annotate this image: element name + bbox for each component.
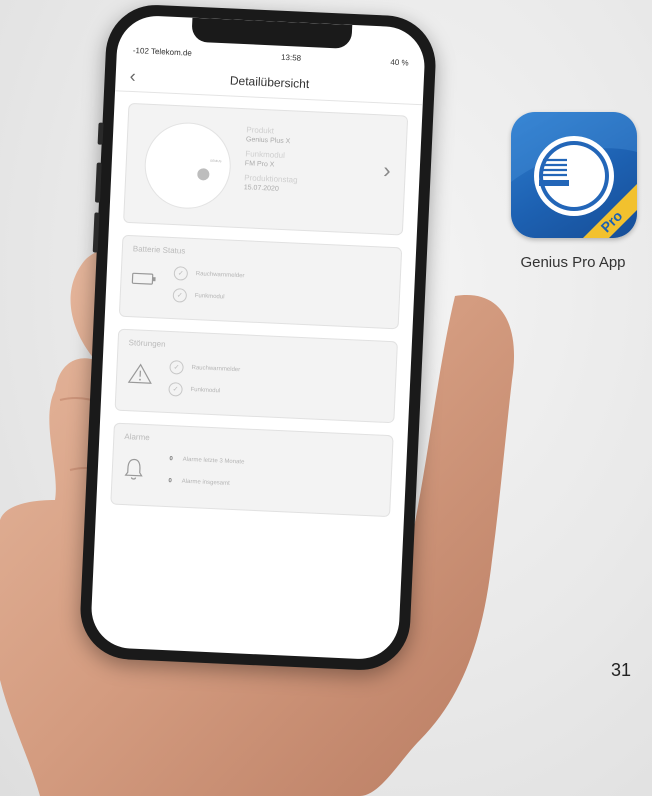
battery-percent: 40 % — [390, 57, 409, 68]
battery-row-smoke-detector: ✓ Rauchwarnmelder — [173, 266, 245, 283]
battery-status-card: Batterie Status ✓ Rauchwarnmelder ✓ Funk… — [118, 234, 403, 330]
device-brand-label: GENIUS — [209, 158, 222, 164]
faults-card: Störungen ✓ Rauchwarnmelder ✓ Funkmodul — [114, 328, 398, 424]
row-label: Rauchwarnmelder — [195, 271, 245, 280]
notch — [191, 17, 353, 49]
chevron-right-icon[interactable]: › — [383, 158, 391, 184]
alarms-title: Alarme — [124, 432, 150, 443]
faults-title: Störungen — [128, 338, 166, 349]
battery-row-radio-module: ✓ Funkmodul — [172, 288, 225, 304]
alarms-card: Alarme 0 Alarme letzte 3 Monate 0 Alarme… — [110, 422, 394, 518]
bell-icon — [124, 458, 143, 480]
back-chevron-icon[interactable]: ‹ — [129, 66, 136, 87]
page-title: Detailübersicht — [229, 73, 310, 92]
genius-pro-app-icon[interactable]: Pro — [511, 112, 637, 238]
battery-icon — [131, 272, 156, 285]
volume-down-button — [92, 212, 100, 253]
clock: 13:58 — [280, 52, 302, 63]
warning-triangle-icon — [127, 363, 152, 384]
check-circle-icon: ✓ — [173, 266, 189, 281]
fault-row-smoke-detector: ✓ Rauchwarnmelder — [169, 360, 240, 377]
phone-screen: -102 Telekom.de 13:58 40 % ‹ Detailübers… — [89, 14, 427, 661]
alarm-row-last-3-months: 0 Alarme letzte 3 Monate — [165, 456, 245, 466]
app-caption: Genius Pro App — [520, 254, 626, 271]
row-label: Funkmodul — [190, 386, 221, 395]
smoke-detector-image: GENIUS — [142, 120, 233, 211]
carrier-label: -102 Telekom.de — [132, 45, 193, 58]
alarm-row-total: 0 Alarme insgesamt — [164, 478, 230, 487]
mute-switch — [97, 122, 104, 145]
battery-status-title: Batterie Status — [132, 244, 186, 256]
check-circle-icon: ✓ — [168, 382, 183, 397]
row-label: Alarme insgesamt — [181, 478, 230, 487]
product-card[interactable]: GENIUS Produkt Genius Plus X Funkmodul F… — [123, 102, 409, 236]
product-value: Genius Plus X — [245, 136, 291, 146]
row-label: Funkmodul — [194, 293, 225, 301]
page-number: 31 — [611, 660, 632, 680]
volume-up-button — [94, 162, 102, 203]
alarm-count: 0 — [168, 478, 172, 485]
check-circle-icon: ✓ — [172, 288, 188, 303]
phone-device: -102 Telekom.de 13:58 40 % ‹ Detailübers… — [78, 2, 438, 673]
detail-content: GENIUS Produkt Genius Plus X Funkmodul F… — [110, 102, 409, 529]
fault-row-radio-module: ✓ Funkmodul — [168, 382, 220, 398]
detector-led — [197, 168, 210, 181]
row-label: Alarme letzte 3 Monate — [182, 456, 245, 466]
alarm-count: 0 — [169, 456, 173, 463]
check-circle-icon: ✓ — [169, 360, 184, 375]
row-label: Rauchwarnmelder — [191, 365, 241, 374]
product-info: Produkt Genius Plus X Funkmodul FM Pro X… — [243, 125, 300, 199]
app-logo-icon: Pro — [511, 112, 637, 238]
radio-module-value: FM Pro X — [244, 160, 275, 169]
